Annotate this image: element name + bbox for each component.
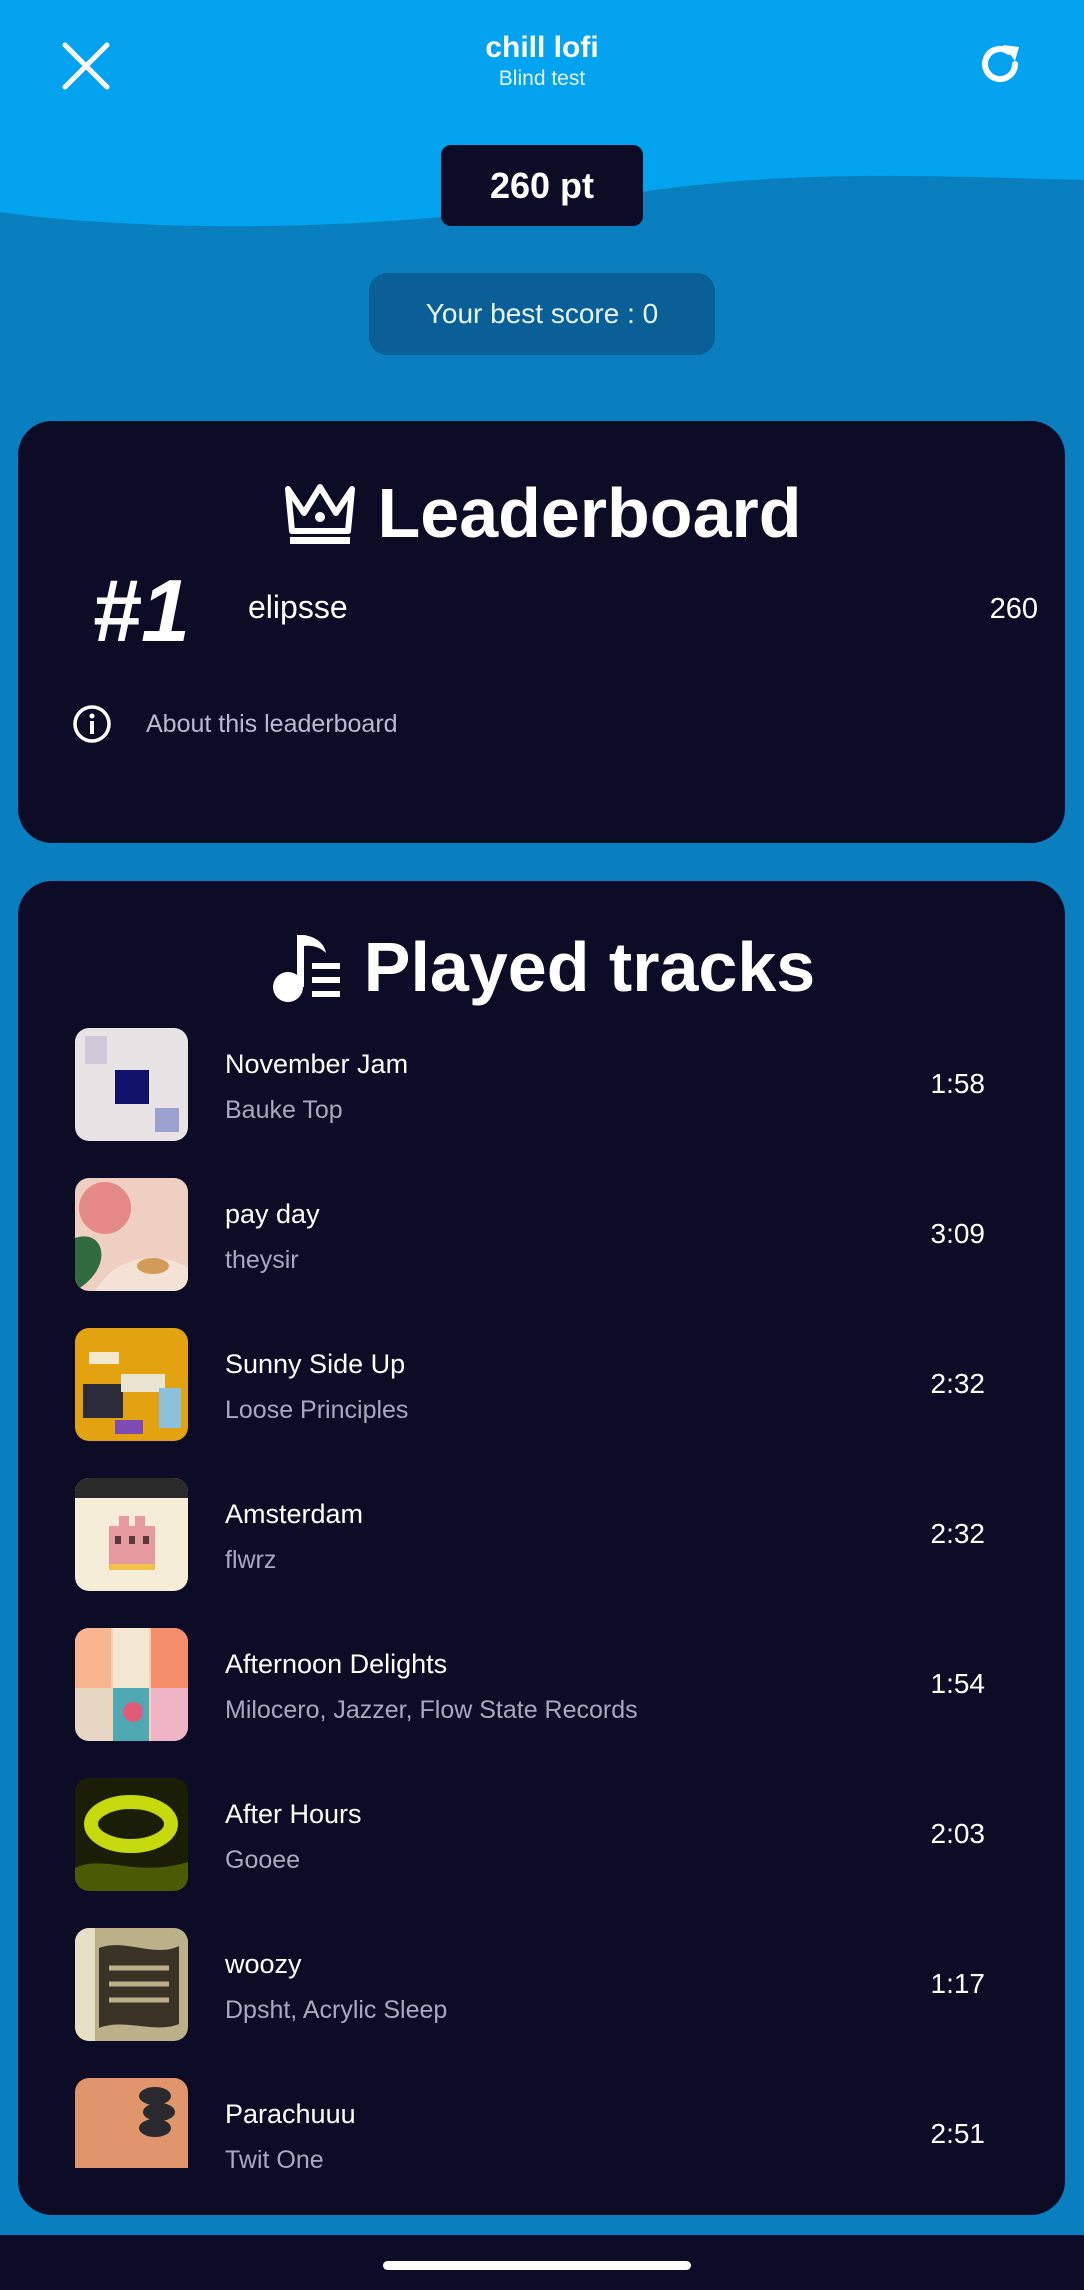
about-leaderboard-label: About this leaderboard [146, 709, 398, 738]
track-duration: 2:32 [930, 1518, 986, 1549]
best-score-badge: Your best score : 0 [369, 273, 715, 355]
player-name: elipsse [248, 589, 348, 625]
track-title: pay day [225, 1199, 320, 1229]
track-title: After Hours [225, 1799, 362, 1829]
track-row[interactable]: Afternoon Delights Milocero, Jazzer, Flo… [18, 1628, 1065, 1778]
track-duration: 3:09 [930, 1218, 986, 1249]
album-art [75, 1628, 188, 1741]
leaderboard-title: Leaderboard [377, 474, 802, 552]
player-score: 260 [989, 593, 1038, 625]
track-row[interactable]: woozy Dpsht, Acrylic Sleep 1:17 [18, 1928, 1065, 2078]
about-leaderboard-link[interactable]: About this leaderboard [72, 699, 398, 749]
rank-number: #1 [92, 561, 190, 660]
leaderboard-entry: #1 elipsse 260 [74, 561, 1038, 661]
track-title: Parachuuu [225, 2099, 356, 2129]
track-row[interactable]: pay day theysir 3:09 [18, 1178, 1065, 1328]
tracks-list: November Jam Bauke Top 1:58 pay day they… [18, 1028, 1065, 2168]
album-art [75, 1778, 188, 1891]
track-duration: 2:03 [930, 1818, 986, 1849]
playlist-title: chill lofi [485, 31, 599, 64]
info-icon [73, 705, 111, 743]
track-artist: Loose Principles [225, 1396, 409, 1424]
album-art [75, 1478, 188, 1591]
track-duration: 1:58 [930, 1068, 986, 1099]
track-title: woozy [225, 1949, 302, 1979]
played-tracks-heading: Played tracks [18, 925, 1065, 1009]
track-row[interactable]: Sunny Side Up Loose Principles 2:32 [18, 1328, 1065, 1478]
track-row[interactable]: November Jam Bauke Top 1:58 [18, 1028, 1065, 1178]
track-title: Amsterdam [225, 1499, 364, 1529]
track-duration: 1:17 [930, 1968, 986, 1999]
track-title: November Jam [225, 1049, 409, 1079]
replay-button[interactable] [970, 34, 1030, 94]
track-duration: 2:51 [930, 2118, 986, 2149]
refresh-icon [982, 45, 1019, 82]
track-artist: Milocero, Jazzer, Flow State Records [225, 1696, 638, 1724]
game-mode-subtitle: Blind test [498, 67, 586, 90]
track-row[interactable]: Amsterdam flwrz 2:32 [18, 1478, 1065, 1628]
track-duration: 1:54 [930, 1668, 986, 1699]
crown-icon [284, 484, 355, 544]
played-tracks-card: Played tracks November Jam Bauke Top 1:5… [18, 881, 1065, 2215]
album-art [75, 1328, 188, 1441]
music-list-icon [272, 935, 340, 1002]
header-titles: chill lofi Blind test [0, 30, 1084, 92]
leaderboard-heading: Leaderboard [18, 473, 1065, 553]
home-indicator[interactable] [383, 2261, 691, 2270]
track-artist: Bauke Top [225, 1096, 343, 1124]
track-row[interactable]: After Hours Gooee 2:03 [18, 1778, 1065, 1928]
track-title: Afternoon Delights [225, 1649, 448, 1679]
album-art [75, 1928, 188, 2041]
track-title: Sunny Side Up [225, 1349, 406, 1379]
album-art [75, 1178, 188, 1291]
track-artist: Dpsht, Acrylic Sleep [225, 1996, 448, 2024]
played-tracks-title: Played tracks [363, 928, 816, 1006]
track-artist: flwrz [225, 1546, 277, 1574]
track-artist: theysir [225, 1246, 299, 1274]
current-score-badge: 260 pt [441, 145, 643, 226]
leaderboard-card: Leaderboard #1 elipsse 260 About this le… [18, 421, 1065, 843]
album-art [75, 1028, 188, 1141]
track-row[interactable]: Parachuuu Twit One 2:51 [18, 2078, 1065, 2168]
track-duration: 2:32 [930, 1368, 986, 1399]
album-art [75, 2078, 188, 2168]
track-artist: Gooee [225, 1846, 301, 1874]
track-artist: Twit One [225, 2146, 324, 2168]
